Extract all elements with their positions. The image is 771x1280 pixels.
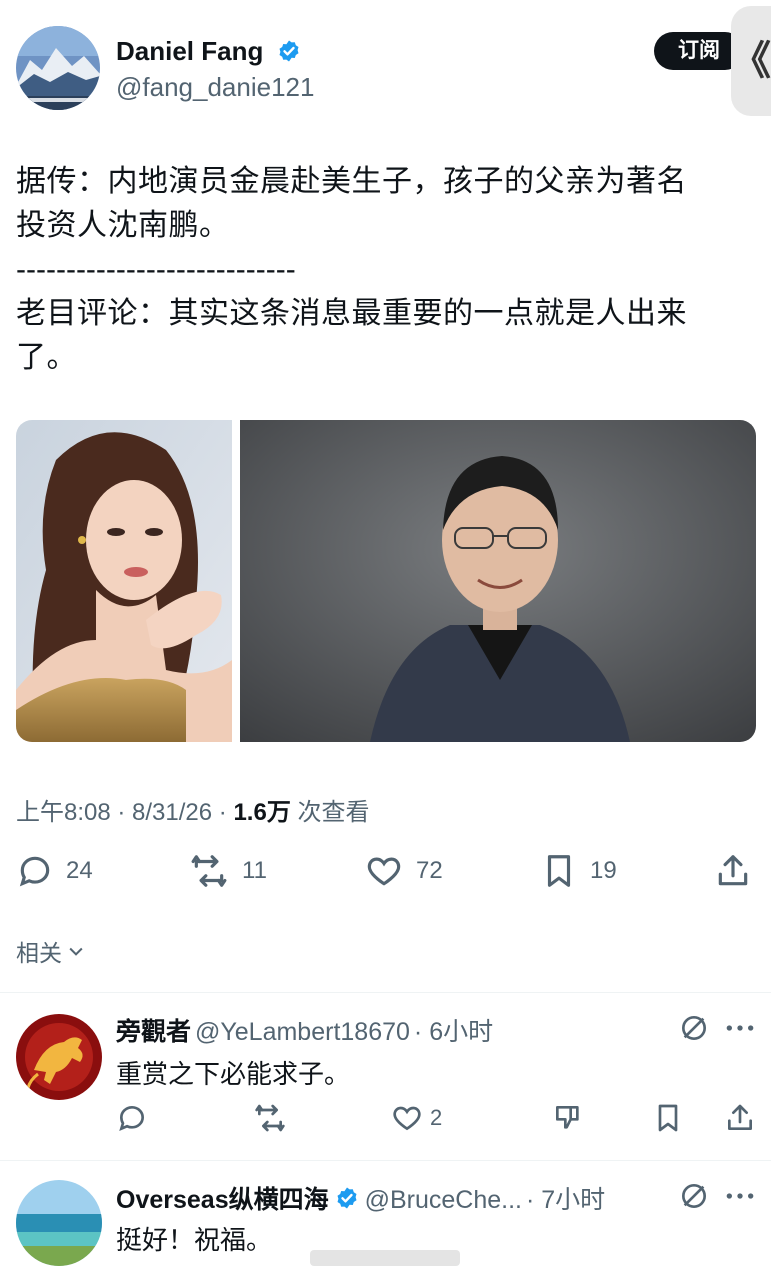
reply-author-handle[interactable]: @BruceChe... (365, 1186, 522, 1215)
view-label: 次查看 (290, 799, 370, 826)
reply-author-handle[interactable]: @YeLambert18670 (195, 1018, 410, 1047)
bookmark-icon[interactable] (652, 1102, 684, 1134)
bookmark-count: 19 (590, 857, 617, 884)
like-count: 72 (416, 857, 443, 884)
author-handle[interactable]: @fang_danie121 (116, 72, 314, 103)
reply-avatar[interactable] (16, 1014, 102, 1100)
more-options-icon[interactable] (724, 1184, 756, 1208)
share-icon (718, 855, 748, 886)
tweet-separator: ---------------------------- (16, 253, 296, 286)
retweet-count: 11 (242, 857, 267, 884)
share-icon[interactable] (724, 1102, 756, 1134)
reply-count: 24 (66, 857, 93, 884)
media-image-man[interactable] (240, 420, 756, 742)
reply-like-action[interactable]: 2 (390, 1102, 442, 1134)
reply-time[interactable]: · 7小时 (526, 1180, 605, 1216)
author-avatar[interactable] (16, 26, 100, 110)
watermark (310, 1250, 460, 1266)
side-collapse-tab[interactable]: 《 (731, 6, 771, 116)
tweet-text-line: 了。 (16, 341, 77, 374)
retweet-icon (191, 855, 227, 887)
view-count[interactable]: 1.6万 (233, 799, 290, 826)
reply-like-count: 2 (430, 1105, 443, 1130)
tweet-meta: 上午8:08 · 8/31/26 · 1.6万 次查看 (16, 792, 370, 827)
share-action[interactable] (714, 852, 764, 890)
grok-icon[interactable] (678, 1012, 710, 1044)
reply-author-name[interactable]: 旁觀者 (116, 1012, 191, 1048)
author-name-row[interactable]: Daniel Fang (116, 36, 301, 67)
media-image-woman[interactable] (16, 420, 232, 742)
reply-time[interactable]: · 6小时 (414, 1012, 493, 1048)
reply-icon (19, 856, 50, 887)
like-action[interactable]: 72 (364, 852, 443, 890)
bookmark-action[interactable]: 19 (540, 852, 617, 890)
grok-icon[interactable] (678, 1180, 710, 1212)
retweet-action[interactable]: 11 (188, 852, 267, 890)
reply-avatar[interactable] (16, 1180, 102, 1266)
reply-header: 旁觀者 @YeLambert18670 · 6小时 (116, 1012, 493, 1048)
bookmark-icon (547, 855, 571, 887)
verified-badge-icon (279, 40, 299, 62)
divider (0, 1160, 771, 1161)
reply-author-name[interactable]: Overseas纵横四海 (116, 1180, 329, 1216)
heart-icon (393, 1106, 421, 1131)
reply-action[interactable]: 24 (16, 852, 93, 890)
related-toggle[interactable]: 相关 (16, 934, 86, 968)
chevron-down-icon (69, 947, 83, 956)
reply-text: 重赏之下必能求子。 (116, 1059, 351, 1089)
more-options-icon[interactable] (724, 1016, 756, 1040)
retweet-icon[interactable] (252, 1102, 288, 1134)
downvote-icon[interactable] (552, 1102, 584, 1134)
reply-text: 挺好！祝福。 (116, 1225, 273, 1255)
reply-icon[interactable] (116, 1102, 148, 1134)
heart-icon (367, 857, 401, 886)
author-name[interactable]: Daniel Fang (116, 36, 263, 66)
tweet-text-line: 老目评论：其实这条消息最重要的一点就是人出来 (16, 297, 687, 330)
divider (0, 992, 771, 993)
tweet-timestamp[interactable]: 上午8:08 · 8/31/26 · (16, 799, 233, 826)
tweet-text-line: 据传：内地演员金晨赴美生子，孩子的父亲为著名 (16, 165, 687, 198)
tweet-text: 据传：内地演员金晨赴美生子，孩子的父亲为著名 投资人沈南鹏。 ---------… (16, 160, 756, 380)
verified-badge-icon (337, 1187, 357, 1209)
tweet-text-line: 投资人沈南鹏。 (16, 209, 230, 242)
related-label: 相关 (16, 940, 62, 966)
reply-header: Overseas纵横四海 @BruceChe... · 7小时 (116, 1180, 605, 1216)
